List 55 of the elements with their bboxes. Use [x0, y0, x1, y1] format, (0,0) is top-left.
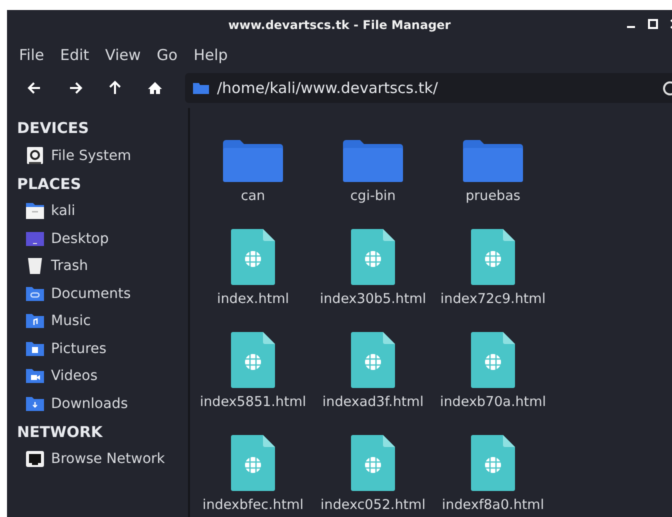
file-name[interactable]: indexbfec.html	[202, 497, 304, 513]
menu-item[interactable]: File	[11, 46, 52, 64]
file-name[interactable]: indexf8a0.html	[442, 497, 544, 513]
file-name[interactable]: index5851.html	[200, 394, 306, 410]
web-file-icon[interactable]	[231, 229, 275, 285]
file-name[interactable]: cgi-bin	[350, 188, 396, 204]
menu-item[interactable]: Go	[148, 46, 186, 64]
sidebar-item[interactable]: File System	[51, 148, 132, 164]
path-input[interactable]: /home/kali/www.devartscs.tk/	[217, 79, 654, 97]
network-icon	[25, 449, 45, 470]
sidebar-item[interactable]: Browse Network	[51, 451, 165, 468]
web-file-icon[interactable]	[351, 229, 395, 285]
file-name[interactable]: indexb70a.html	[440, 394, 546, 410]
folder-icon[interactable]	[223, 139, 283, 182]
drive-icon	[25, 146, 45, 166]
web-file-icon[interactable]	[351, 435, 395, 491]
forward-icon[interactable]	[67, 80, 83, 96]
folder-icon	[193, 82, 209, 94]
window-title: www.devartscs.tk - File Manager	[228, 18, 451, 32]
sidebar-item[interactable]: Downloads	[51, 396, 128, 412]
section-heading: NETWORK	[16, 422, 104, 442]
file-name[interactable]: index72c9.html	[440, 291, 546, 307]
file-name[interactable]: pruebas	[466, 188, 520, 204]
trash-icon	[25, 256, 45, 276]
maximize-icon[interactable]	[648, 19, 658, 29]
section-heading: DEVICES	[16, 118, 90, 139]
web-file-icon[interactable]	[471, 435, 515, 491]
sidebar-item[interactable]: kali	[51, 203, 76, 220]
location-field[interactable]: /home/kali/www.devartscs.tk/	[185, 73, 672, 103]
home-icon[interactable]	[147, 80, 163, 96]
menu-item[interactable]: Edit	[52, 46, 98, 64]
sidebar-item[interactable]: Pictures	[51, 340, 106, 357]
home-folder-icon	[25, 201, 45, 222]
file-name[interactable]: index.html	[217, 291, 289, 307]
folder-icon[interactable]	[463, 139, 523, 182]
folder-icon[interactable]	[343, 139, 403, 182]
sidebar-item[interactable]: Trash	[51, 258, 88, 274]
up-icon[interactable]	[107, 80, 123, 96]
web-file-icon[interactable]	[231, 435, 275, 491]
file-name[interactable]: indexc052.html	[320, 497, 426, 513]
menu-item[interactable]: Help	[186, 46, 236, 64]
back-icon[interactable]	[27, 80, 43, 96]
sidebar-item[interactable]: Music	[51, 313, 91, 330]
file-name[interactable]: index30b5.html	[320, 291, 426, 307]
menu-item[interactable]: View	[97, 46, 149, 64]
file-name[interactable]: can	[240, 188, 266, 204]
file-name[interactable]: indexad3f.html	[322, 394, 424, 410]
web-file-icon[interactable]	[471, 332, 515, 388]
web-file-icon[interactable]	[471, 229, 515, 285]
sidebar-item[interactable]: Videos	[51, 368, 98, 384]
web-file-icon[interactable]	[231, 332, 275, 388]
section-heading: PLACES	[16, 174, 82, 194]
sidebar-item[interactable]: Desktop	[51, 230, 109, 247]
sidebar-item[interactable]: Documents	[51, 286, 131, 302]
web-file-icon[interactable]	[351, 332, 395, 388]
